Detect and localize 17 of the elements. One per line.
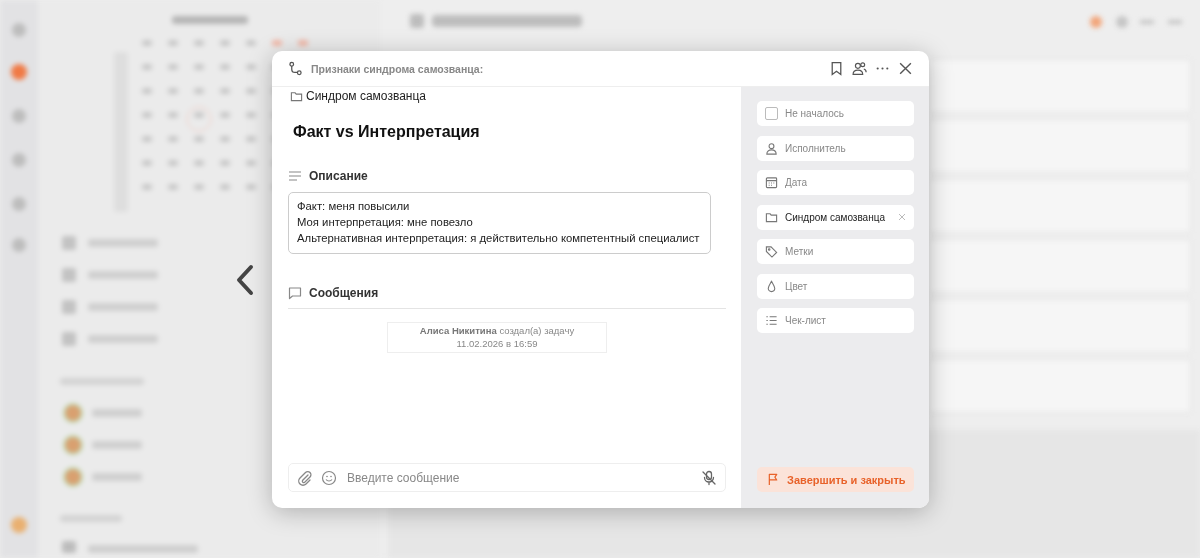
section-title: Описание (309, 169, 368, 183)
history-entry: Алиса Никитина создал(а) задачу 11.02.2026 в 16:59 (387, 322, 607, 353)
description-field[interactable]: Факт: меня повысили Моя интерпретация: мне повезло Альтернативная интерпретация: я действительно компетентный специалист (288, 192, 711, 254)
message-field[interactable]: Введите сообщение (288, 463, 726, 492)
date-field[interactable]: Дата (757, 170, 914, 195)
task-title: Факт vs Интерпретация (293, 123, 481, 141)
finish-button[interactable]: Завершить и закрыть (757, 467, 914, 492)
tags-field[interactable]: Метки (757, 239, 914, 264)
folder-name[interactable]: Синдром самозванца (306, 89, 426, 103)
folder-field[interactable]: Синдром самозванца (757, 204, 914, 230)
color-field[interactable]: Цвет (757, 273, 914, 299)
breadcrumb[interactable]: Признаки синдрома самозванца: (311, 62, 821, 75)
status-field[interactable]: Не началось (757, 101, 914, 126)
section-title: Сообщения (309, 286, 379, 300)
checklist-field[interactable]: Чек-лист (757, 308, 914, 333)
assignee-field[interactable]: Исполнитель (757, 135, 914, 161)
message-input[interactable]: Введите сообщение (345, 469, 693, 486)
